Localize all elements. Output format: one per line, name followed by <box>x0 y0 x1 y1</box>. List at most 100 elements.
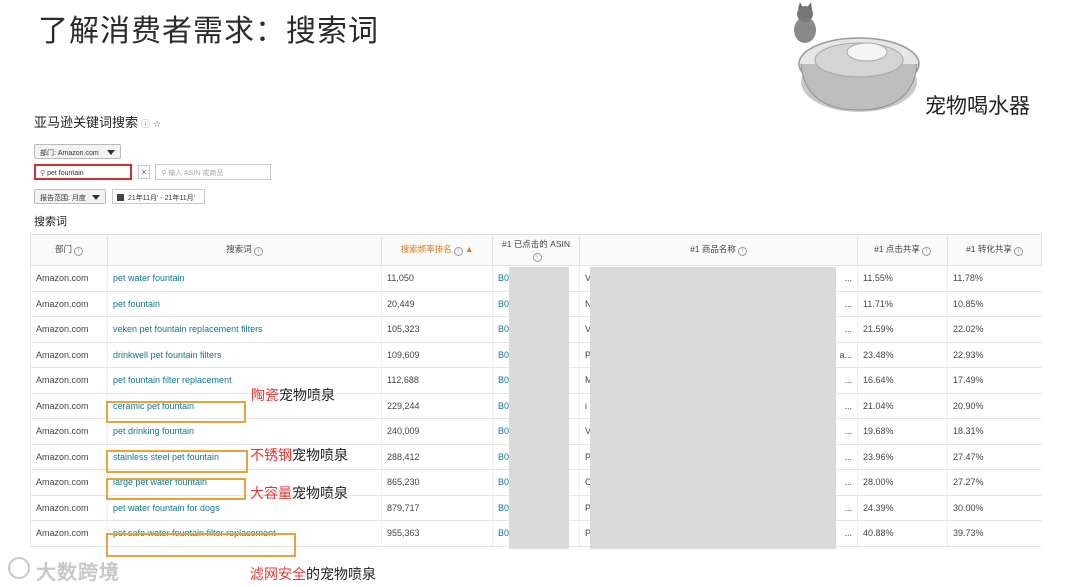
cell-click-share: 19.68% <box>857 418 948 445</box>
chevron-down-icon <box>92 195 100 200</box>
cell-conv-share: 27.27% <box>947 469 1042 496</box>
highlight-box-ceramic <box>106 401 246 423</box>
watermark-text: 大数跨境 <box>36 562 120 584</box>
cell-dept: Amazon.com <box>30 520 108 547</box>
info-icon: i <box>921 247 931 256</box>
col-header-dept[interactable]: 部门 i <box>30 234 108 266</box>
annotation-ceramic: 陶瓷宠物喷泉 <box>251 385 335 405</box>
info-icon: i <box>1013 247 1023 256</box>
col-header-label: #1 转化共享 <box>966 244 1012 254</box>
cell-conv-share: 22.02% <box>947 316 1042 343</box>
col-header-label: 搜索频率排名 <box>400 244 452 254</box>
department-select[interactable]: 部门: Amazon.com <box>34 144 121 159</box>
star-icon[interactable]: ☆ <box>153 119 161 129</box>
cell-conv-share: 17.49% <box>947 367 1042 394</box>
date-range-value: 21年11月' - 21年11月' <box>128 195 195 202</box>
cell-click-share: 11.71% <box>857 291 948 317</box>
annotation-red-text: 不锈钢 <box>250 447 292 463</box>
product-name-end: ... <box>844 375 852 386</box>
cell-rank: 288,412 <box>381 444 493 470</box>
cell-click-share: 16.64% <box>857 367 948 394</box>
product-name-end: ... <box>844 324 852 335</box>
col-header-rank[interactable]: 搜索频率排名 i ▲ <box>381 234 493 266</box>
col-header-product[interactable]: #1 商品名称 i <box>579 234 858 266</box>
annotation-text: 的宠物喷泉 <box>306 566 376 582</box>
cell-click-share: 21.59% <box>857 316 948 343</box>
col-header-label: 部门 <box>54 244 72 254</box>
col-header-click-share[interactable]: #1 点击共享 i <box>857 234 948 266</box>
cell-conv-share: 18.31% <box>947 418 1042 445</box>
report-range-select[interactable]: 报告范围: 月度 <box>34 189 106 204</box>
section-label: 搜索词 <box>34 216 67 228</box>
table-header-row: 部门 i 搜索词 i 搜索频率排名 i ▲ #1 已点击的 ASIN i #1 商品名称… <box>30 234 1042 266</box>
search-icon: ⚲ <box>161 170 167 177</box>
watermark: 大数跨境 <box>36 556 120 585</box>
col-header-asin[interactable]: #1 已点击的 ASIN i <box>492 234 580 266</box>
search-value: pet fountain <box>47 170 84 177</box>
cell-term-link[interactable]: pet fountain filter replacement <box>107 367 382 394</box>
report-range-label: 报告范围: 月度 <box>40 195 86 202</box>
cell-conv-share: 20.90% <box>947 393 1042 419</box>
product-name-end: ... <box>844 298 852 309</box>
info-icon[interactable]: ⓘ <box>141 119 150 129</box>
product-name-end: ... <box>844 528 852 539</box>
cell-click-share: 23.96% <box>857 444 948 470</box>
cell-rank: 879,717 <box>381 495 493 521</box>
calendar-icon <box>117 194 124 201</box>
product-name-end: ... <box>844 400 852 411</box>
clear-search-button[interactable]: × <box>138 165 150 179</box>
redacted-product-block <box>590 267 836 549</box>
info-icon: i <box>532 252 542 262</box>
cell-rank: 11,050 <box>381 265 493 292</box>
cell-term-link[interactable]: drinkwell pet fountain filters <box>107 342 382 368</box>
col-header-conv-share[interactable]: #1 转化共享 i <box>947 234 1042 266</box>
product-label: 宠物喝水器 <box>925 95 1030 118</box>
department-select-label: 部门: Amazon.com <box>40 150 99 157</box>
cell-click-share: 23.48% <box>857 342 948 368</box>
tool-title: 亚马逊关键词搜索 ⓘ ☆ <box>34 112 161 131</box>
info-icon: i <box>74 247 83 256</box>
annotation-large: 大容量宠物喷泉 <box>250 483 348 503</box>
watermark-logo-icon <box>8 557 30 579</box>
col-header-label: 搜索词 <box>226 244 252 254</box>
sort-asc-icon: ▲ <box>464 244 474 254</box>
info-icon: i <box>737 247 747 256</box>
cell-dept: Amazon.com <box>30 393 108 419</box>
cell-dept: Amazon.com <box>30 316 108 343</box>
cell-click-share: 24.39% <box>857 495 948 521</box>
product-name-end: ... <box>844 451 852 462</box>
annotation-text: 宠物喷泉 <box>279 387 335 403</box>
col-header-label: #1 商品名称 <box>690 244 736 254</box>
search-input[interactable]: ⚲ pet fountain <box>34 164 132 180</box>
cell-rank: 955,363 <box>381 520 493 547</box>
annotation-stainless: 不锈钢宠物喷泉 <box>250 445 348 465</box>
col-header-label: #1 点击共享 <box>874 244 920 254</box>
date-range-picker[interactable]: 21年11月' - 21年11月' <box>112 189 205 204</box>
cell-dept: Amazon.com <box>30 342 108 368</box>
cell-click-share: 28.00% <box>857 469 948 496</box>
product-name-end: ... <box>844 502 852 513</box>
col-header-term[interactable]: 搜索词 i <box>107 234 382 266</box>
asin-placeholder: 输入 ASIN 或商品 <box>168 170 224 177</box>
highlight-box-large <box>106 478 246 500</box>
highlight-box-stainless <box>106 450 248 473</box>
product-name-end: ... <box>844 426 852 437</box>
annotation-red-text: 大容量 <box>250 485 292 501</box>
annotation-red-text: 陶瓷 <box>251 387 279 403</box>
cell-dept: Amazon.com <box>30 367 108 394</box>
cell-rank: 109,609 <box>381 342 493 368</box>
cell-click-share: 11.55% <box>857 265 948 292</box>
product-name-end: ... <box>844 273 852 284</box>
cell-term-link[interactable]: pet fountain <box>107 291 382 317</box>
redacted-asin-block <box>509 267 569 549</box>
cell-rank: 240,009 <box>381 418 493 445</box>
annotation-red-text: 滤网安全 <box>250 566 306 582</box>
cell-rank: 105,323 <box>381 316 493 343</box>
info-icon: i <box>253 247 263 256</box>
cell-term-link[interactable]: veken pet fountain replacement filters <box>107 316 382 343</box>
info-icon: i <box>453 247 463 256</box>
cell-term-link[interactable]: pet water fountain <box>107 265 382 292</box>
asin-input[interactable]: ⚲ 输入 ASIN 或商品 <box>155 164 271 180</box>
cell-rank: 20,449 <box>381 291 493 317</box>
slide-title: 了解消费者需求：搜索词 <box>38 14 379 49</box>
